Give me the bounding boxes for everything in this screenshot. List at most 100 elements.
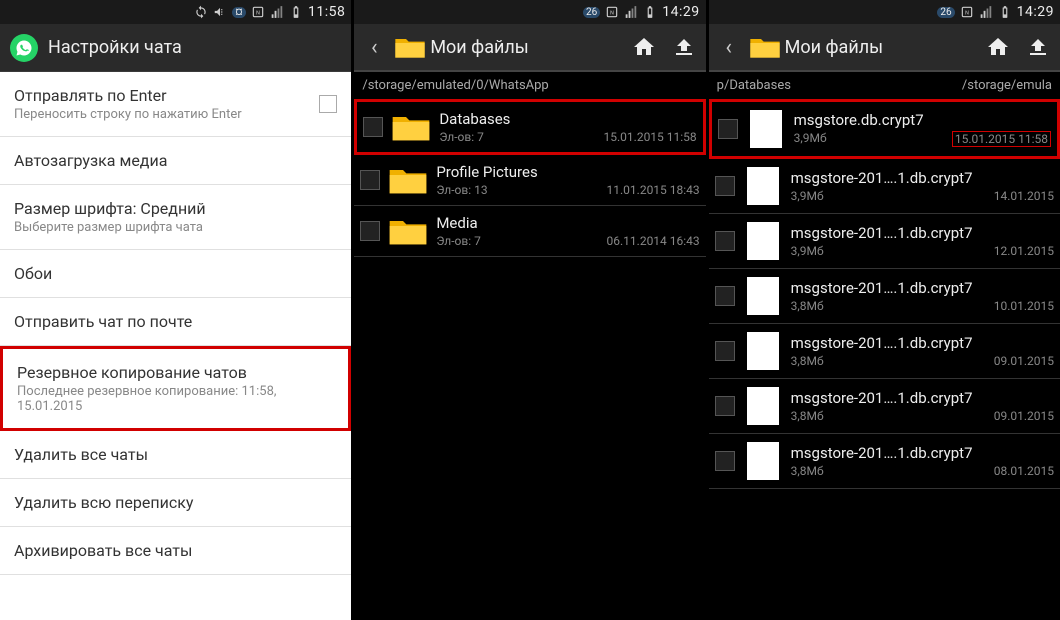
phone-whatsapp-settings: ¤ N 11:58 Настройки чата Отправлять по E… <box>0 0 351 620</box>
item-meta: 3,8Мб <box>791 409 824 423</box>
file-icon <box>747 277 779 315</box>
settings-item[interactable]: Размер шрифта: Средний Выберите размер шр… <box>0 185 351 250</box>
file-icon <box>747 442 779 480</box>
checkbox[interactable] <box>715 396 735 416</box>
back-icon[interactable]: ‹ <box>713 35 745 60</box>
settings-item[interactable]: Автозагрузка медиа <box>0 137 351 185</box>
badge-icon: 26 <box>937 7 954 18</box>
checkbox[interactable] <box>363 117 383 137</box>
checkbox[interactable] <box>715 286 735 306</box>
item-name: msgstore-201….1.db.crypt7 <box>791 334 1054 352</box>
checkbox[interactable] <box>360 170 380 190</box>
file-row[interactable]: msgstore.db.crypt7 3,9Мб 15.01.2015 11:58 <box>709 99 1060 159</box>
settings-item-title: Архивировать все чаты <box>14 541 337 560</box>
item-meta: 3,9Мб <box>794 131 827 147</box>
item-date: 15.01.2015 11:58 <box>952 131 1051 147</box>
checkbox[interactable] <box>360 221 380 241</box>
file-list: msgstore.db.crypt73,9Мб15.01.2015 11:58m… <box>709 99 1060 620</box>
file-row[interactable]: msgstore-201….1.db.crypt73,8Мб08.01.2015 <box>709 434 1060 489</box>
item-name: msgstore-201….1.db.crypt7 <box>791 444 1054 462</box>
file-icon <box>750 110 782 148</box>
volume-icon <box>213 5 227 19</box>
file-icon <box>747 222 779 260</box>
file-row[interactable]: msgstore-201….1.db.crypt73,9Мб12.01.2015 <box>709 214 1060 269</box>
path-bar: p/Databases /storage/emula <box>709 72 1060 99</box>
settings-item-sub: Выберите размер шрифта чата <box>14 220 337 235</box>
folder-icon <box>749 33 781 61</box>
file-manager-header: ‹ Мои файлы <box>709 24 1060 72</box>
status-time: 14:29 <box>1017 4 1054 20</box>
settings-item[interactable]: Удалить всю переписку <box>0 479 351 527</box>
item-name: msgstore.db.crypt7 <box>794 111 1051 129</box>
status-time: 14:29 <box>662 4 699 20</box>
file-icon <box>747 332 779 370</box>
item-meta: Эл-ов: 7 <box>436 234 481 248</box>
item-name: Databases <box>439 110 696 128</box>
badge-icon: ¤ <box>232 7 246 18</box>
item-date: 09.01.2015 <box>994 409 1054 423</box>
file-list: DatabasesЭл-ов: 715.01.2015 11:58Profile… <box>354 99 705 620</box>
item-date: 08.01.2015 <box>994 464 1054 478</box>
folder-icon <box>388 214 428 248</box>
checkbox[interactable] <box>718 119 738 139</box>
checkbox[interactable] <box>319 95 337 113</box>
settings-item-title: Автозагрузка медиа <box>14 151 337 170</box>
settings-item-sub: Последнее резервное копирование: 11:58, … <box>17 384 334 414</box>
item-name: msgstore-201….1.db.crypt7 <box>791 279 1054 297</box>
settings-item-title: Удалить все чаты <box>14 445 337 464</box>
file-row[interactable]: msgstore-201….1.db.crypt73,8Мб10.01.2015 <box>709 269 1060 324</box>
settings-item[interactable]: Удалить все чаты <box>0 431 351 479</box>
status-bar: 26 N 14:29 <box>709 0 1060 24</box>
item-date: 10.01.2015 <box>994 299 1054 313</box>
settings-list: Отправлять по EnterПереносить строку по … <box>0 72 351 620</box>
phone-file-manager-files: 26 N 14:29 ‹ Мои файлы p/Databases /stor… <box>709 0 1060 620</box>
settings-item-title: Размер шрифта: Средний <box>14 199 337 218</box>
item-date: 09.01.2015 <box>994 354 1054 368</box>
item-date: 11.01.2015 18:43 <box>607 183 700 197</box>
file-row[interactable]: msgstore-201….1.db.crypt73,9Мб14.01.2015 <box>709 159 1060 214</box>
item-meta: 3,9Мб <box>791 244 824 258</box>
settings-item-title: Удалить всю переписку <box>14 493 337 512</box>
nfc-icon: N <box>251 5 265 19</box>
file-row[interactable]: msgstore-201….1.db.crypt73,8Мб09.01.2015 <box>709 379 1060 434</box>
settings-item[interactable]: Отправить чат по почте <box>0 298 351 346</box>
file-icon <box>747 387 779 425</box>
folder-icon <box>391 110 431 144</box>
folder-row[interactable]: MediaЭл-ов: 706.11.2014 16:43 <box>354 206 705 257</box>
svg-text:N: N <box>256 10 260 16</box>
settings-item[interactable]: Архивировать все чаты <box>0 527 351 575</box>
item-meta: 3,9Мб <box>791 189 824 203</box>
folder-row[interactable]: Profile Pictures Эл-ов: 13 11.01.2015 18:4… <box>354 155 705 206</box>
settings-item-title: Обои <box>14 264 337 283</box>
item-date: 12.01.2015 <box>994 244 1054 258</box>
checkbox[interactable] <box>715 451 735 471</box>
status-bar: ¤ N 11:58 <box>0 0 351 24</box>
signal-icon <box>270 5 284 19</box>
item-name: Profile Pictures <box>436 163 699 181</box>
settings-item-sub: Переносить строку по нажатию Enter <box>14 107 337 122</box>
checkbox[interactable] <box>715 231 735 251</box>
signal-icon <box>979 5 993 19</box>
home-icon[interactable] <box>626 31 662 63</box>
checkbox[interactable] <box>715 176 735 196</box>
up-icon[interactable] <box>666 31 702 63</box>
settings-item[interactable]: Обои <box>0 250 351 298</box>
whatsapp-logo <box>10 34 38 62</box>
folder-row[interactable]: DatabasesЭл-ов: 715.01.2015 11:58 <box>354 99 705 155</box>
up-icon[interactable] <box>1020 31 1056 63</box>
sync-icon <box>194 5 208 19</box>
badge-icon: 26 <box>583 7 600 18</box>
phone-file-manager-folders: 26 N 14:29 ‹ Мои файлы /storage/emulated… <box>354 0 705 620</box>
file-row[interactable]: msgstore-201….1.db.crypt73,8Мб09.01.2015 <box>709 324 1060 379</box>
item-meta: Эл-ов: 13 <box>436 183 487 197</box>
battery-icon <box>998 5 1012 19</box>
item-date: 06.11.2014 16:43 <box>607 234 700 248</box>
settings-item[interactable]: Резервное копирование чатовПоследнее рез… <box>0 346 351 431</box>
settings-item[interactable]: Отправлять по EnterПереносить строку по … <box>0 72 351 137</box>
path-bar: /storage/emulated/0/WhatsApp <box>354 72 705 99</box>
back-icon[interactable]: ‹ <box>358 35 390 60</box>
home-icon[interactable] <box>980 31 1016 63</box>
checkbox[interactable] <box>715 341 735 361</box>
file-manager-header: ‹ Мои файлы <box>354 24 705 72</box>
signal-icon <box>624 5 638 19</box>
